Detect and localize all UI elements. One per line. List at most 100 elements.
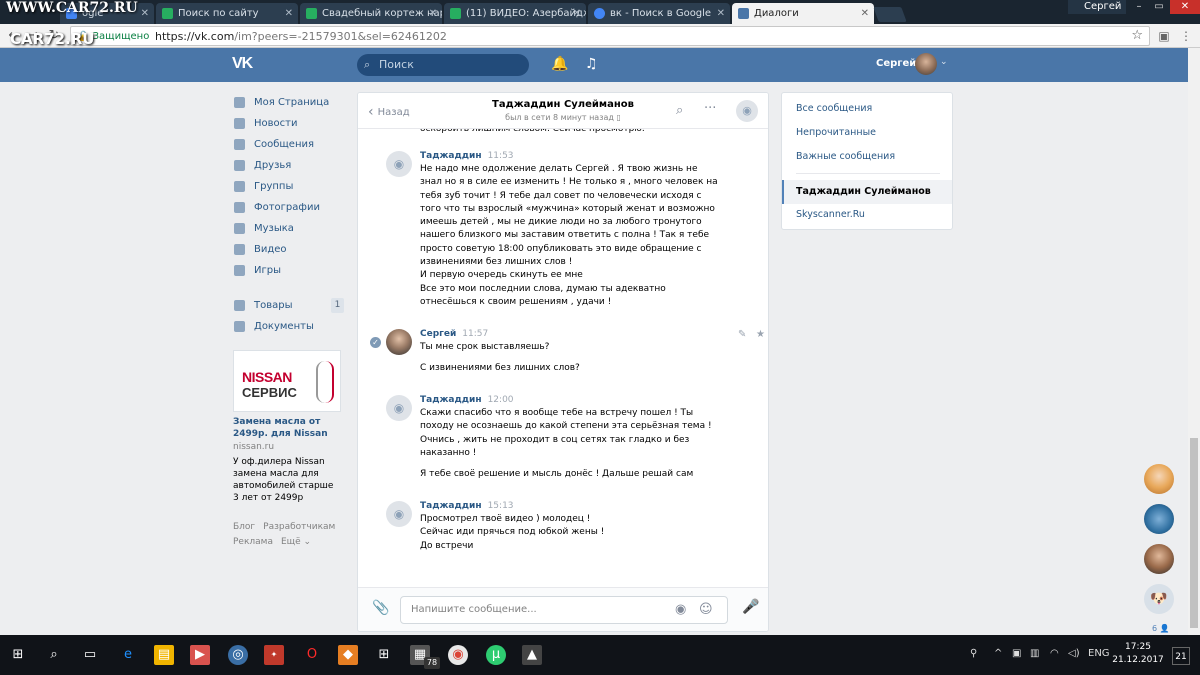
sidebar-item-video[interactable]: Видео (232, 239, 344, 260)
minimize-icon[interactable]: – (1128, 0, 1150, 14)
language-indicator[interactable]: ENG (1088, 648, 1110, 659)
sidebar-item-music[interactable]: Музыка (232, 218, 344, 239)
menu-item-active-dialog[interactable]: Таджаддин Сулейманов (782, 180, 952, 204)
ad-image[interactable]: NISSAN СЕРВИС (233, 350, 341, 412)
pencil-icon[interactable]: ✎ (738, 329, 746, 340)
ad-domain[interactable]: nissan.ru (233, 441, 341, 453)
scrollbar-thumb[interactable] (1190, 438, 1198, 628)
menu-item-skyscanner[interactable]: Skyscanner.Ru (796, 209, 865, 220)
explorer-icon[interactable]: ▤ (154, 645, 174, 665)
camera-icon[interactable]: ◉ (675, 597, 686, 623)
sidebar-item-goods[interactable]: Товары 1 (232, 295, 344, 316)
search-input[interactable]: ⌕ Поиск (357, 54, 529, 76)
ad-block[interactable]: NISSAN СЕРВИС Замена масла от 2499р. для… (233, 350, 341, 504)
network-icon[interactable]: ▥ (1030, 648, 1039, 659)
address-bar[interactable]: 🔒 Защищено https://vk.com/im?peers=-2157… (70, 26, 1150, 46)
dog-icon[interactable]: 🐶 (1144, 584, 1174, 614)
maximize-icon[interactable]: ▭ (1148, 0, 1170, 14)
chevron-up-icon[interactable]: ^ (994, 648, 1002, 659)
footer-link-ads[interactable]: Реклама (233, 537, 273, 547)
menu-icon[interactable]: ⋮ (1178, 28, 1194, 44)
camera-icon[interactable]: ◉ (736, 100, 758, 122)
sidebar-item-news[interactable]: Новости (232, 113, 344, 134)
message-input[interactable]: Напишите сообщение... ◉ ☺ (400, 596, 728, 624)
media-icon[interactable]: ▶ (190, 645, 210, 665)
profile-chip[interactable]: Сергей (1068, 0, 1126, 14)
extension-icon[interactable]: ▣ (1156, 28, 1172, 44)
page-scrollbar[interactable] (1188, 48, 1200, 635)
camera-icon[interactable]: ◉ (386, 151, 412, 177)
message-author[interactable]: Сергей 11:57 (420, 329, 488, 339)
photos-icon[interactable]: ▲ (522, 645, 542, 665)
opera-icon[interactable]: O (302, 645, 322, 665)
tab-dialogs[interactable]: Диалоги ✕ (732, 3, 874, 24)
avatar[interactable] (1144, 464, 1174, 494)
sidebar-item-my-page[interactable]: Моя Страница (232, 92, 344, 113)
close-icon[interactable]: ✕ (429, 3, 437, 24)
store-icon[interactable]: ⊞ (374, 645, 394, 665)
sidebar-item-games[interactable]: Игры (232, 260, 344, 281)
torrent-icon[interactable]: µ (486, 645, 506, 665)
url-text[interactable]: https://vk.com/im?peers=-21579301&sel=62… (155, 30, 447, 43)
close-icon[interactable]: ✕ (141, 3, 149, 24)
search-icon[interactable]: ⌕ (44, 645, 64, 665)
close-icon[interactable]: ✕ (573, 3, 581, 24)
close-icon[interactable]: ✕ (285, 3, 293, 24)
edge-icon[interactable]: e (118, 645, 138, 665)
message-author[interactable]: Таджаддин 15:13 (420, 501, 514, 511)
message-author[interactable]: Таджаддин 12:00 (420, 395, 514, 405)
chrome-icon[interactable]: ◉ (448, 645, 468, 665)
menu-item-all[interactable]: Все сообщения (796, 103, 872, 114)
avatar[interactable] (1144, 544, 1174, 574)
footer-link-blog[interactable]: Блог (233, 522, 255, 532)
volume-icon[interactable]: ◁) (1068, 648, 1080, 659)
sidebar-item-documents[interactable]: Документы (232, 316, 344, 337)
sidebar-item-friends[interactable]: Друзья (232, 155, 344, 176)
tab-google-search[interactable]: вк - Поиск в Google ✕ (588, 3, 730, 24)
search-icon[interactable]: ⌕ (676, 103, 683, 118)
vk-logo[interactable]: VK (232, 55, 253, 73)
camera-icon[interactable]: ◉ (386, 395, 412, 421)
star-icon[interactable]: ★ (756, 329, 765, 340)
avatar[interactable] (1144, 504, 1174, 534)
bookmark-star-icon[interactable]: ☆ (1131, 28, 1143, 43)
paperclip-icon[interactable]: 📎 (372, 600, 389, 616)
header-user-name[interactable]: Сергей (876, 58, 916, 69)
app-icon[interactable]: ◎ (228, 645, 248, 665)
sidebar-item-groups[interactable]: Группы (232, 176, 344, 197)
message-author[interactable]: Таджаддин 11:53 (420, 151, 514, 161)
close-icon[interactable]: ✕ (861, 3, 869, 24)
footer-link-dev[interactable]: Разработчикам (263, 522, 335, 532)
app-icon[interactable]: ✦ (264, 645, 284, 665)
menu-item-important[interactable]: Важные сообщения (796, 151, 895, 162)
online-count[interactable]: 6 👤 (1152, 624, 1170, 633)
tray-icon[interactable]: ▣ (1012, 648, 1021, 659)
camera-icon[interactable]: ◉ (386, 501, 412, 527)
wifi-icon[interactable]: ◠ (1050, 648, 1059, 659)
windows-start-icon[interactable]: ⊞ (8, 645, 28, 665)
sidebar-item-messages[interactable]: Сообщения (232, 134, 344, 155)
avatar[interactable] (915, 53, 937, 75)
close-icon[interactable]: ✕ (717, 3, 725, 24)
microphone-icon[interactable]: 🎤 (742, 599, 759, 615)
close-window-icon[interactable]: ✕ (1170, 0, 1200, 14)
smile-icon[interactable]: ☺ (699, 597, 713, 623)
app-icon[interactable]: ◆ (338, 645, 358, 665)
clock[interactable]: 17:25 21.12.2017 (1112, 641, 1164, 667)
people-icon[interactable]: ⚲ (970, 648, 977, 659)
footer-link-more[interactable]: Ещё ⌄ (281, 537, 311, 547)
chevron-down-icon[interactable]: ⌄ (940, 57, 948, 67)
sidebar-item-photos[interactable]: Фотографии (232, 197, 344, 218)
menu-item-unread[interactable]: Непрочитанные (796, 127, 876, 138)
check-icon[interactable]: ✓ (370, 337, 381, 348)
more-icon[interactable]: ··· (704, 101, 716, 116)
tab-video[interactable]: (11) ВИДЕО: Азербайдж ✕ (444, 3, 586, 24)
notification-icon[interactable]: 21 (1172, 647, 1190, 665)
tab-search-site[interactable]: Поиск по сайту ✕ (156, 3, 298, 24)
bell-icon[interactable]: 🔔 (551, 56, 568, 72)
music-icon[interactable]: ♫ (585, 56, 598, 72)
new-tab-button[interactable] (873, 7, 907, 22)
avatar[interactable] (386, 329, 412, 355)
task-view-icon[interactable]: ▭ (80, 645, 100, 665)
tab-wedding[interactable]: Свадебный кортеж нар ✕ (300, 3, 442, 24)
